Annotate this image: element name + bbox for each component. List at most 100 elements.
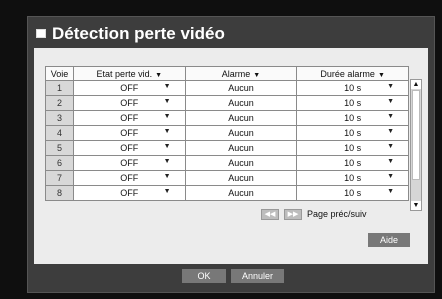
menu-square-icon <box>36 29 46 38</box>
voie-cell: 1 <box>45 80 74 96</box>
alarme-value: Aucun <box>228 188 254 198</box>
dropdown-arrow-icon: ▼ <box>387 173 394 180</box>
chevron-down-icon: ▼ <box>377 71 385 79</box>
duree-select[interactable]: 10 s ▼ <box>296 140 409 156</box>
etat-value: OFF <box>120 143 139 153</box>
voie-cell: 4 <box>45 125 74 141</box>
cancel-button[interactable]: Annuler <box>231 269 284 283</box>
alarme-select[interactable]: Aucun <box>184 95 298 111</box>
title-bar: Détection perte vidéo <box>28 17 434 47</box>
etat-value: OFF <box>120 128 139 138</box>
alarme-select[interactable]: Aucun <box>184 170 298 186</box>
alarme-select[interactable]: Aucun <box>184 140 298 156</box>
chevron-down-icon: ▼ <box>155 71 163 79</box>
dropdown-arrow-icon: ▼ <box>163 173 171 180</box>
alarme-value: Aucun <box>228 173 254 183</box>
voie-cell: 7 <box>45 170 74 186</box>
duree-value: 10 s <box>344 98 362 108</box>
dialog-title: Détection perte vidéo <box>52 24 225 43</box>
dropdown-arrow-icon: ▼ <box>387 188 394 195</box>
etat-value: OFF <box>120 98 139 108</box>
prev-page-button[interactable]: ◀◀ <box>261 209 279 220</box>
header-duree[interactable]: Durée alarme ▼ <box>296 66 409 81</box>
alarme-select[interactable]: Aucun <box>184 155 298 171</box>
etat-select[interactable]: OFF ▼ <box>72 125 186 141</box>
video-loss-detection-dialog: Détection perte vidéo Voie Etat perte vi… <box>27 16 435 293</box>
alarme-select[interactable]: Aucun <box>184 110 298 126</box>
channel-table: Voie Etat perte vid. ▼ Alarme ▼ Durée alar… <box>45 66 409 201</box>
etat-value: OFF <box>120 83 139 93</box>
dropdown-arrow-icon: ▼ <box>163 98 171 105</box>
duree-select[interactable]: 10 s ▼ <box>296 170 409 186</box>
alarme-value: Aucun <box>228 128 254 138</box>
scroll-down-icon[interactable]: ▼ <box>411 201 421 210</box>
etat-select[interactable]: OFF ▼ <box>72 140 186 156</box>
alarme-select[interactable]: Aucun <box>184 80 298 96</box>
ok-button[interactable]: OK <box>182 269 226 283</box>
table-row: 3 OFF ▼ Aucun 10 s ▼ <box>45 110 409 126</box>
etat-value: OFF <box>120 173 139 183</box>
header-voie-label: Voie <box>50 68 69 79</box>
alarme-value: Aucun <box>228 83 254 93</box>
header-alarme-label: Alarme <box>221 68 251 79</box>
duree-select[interactable]: 10 s ▼ <box>296 125 409 141</box>
scroll-up-icon[interactable]: ▲ <box>411 80 421 89</box>
table-header-row: Voie Etat perte vid. ▼ Alarme ▼ Durée alar… <box>45 66 409 81</box>
dropdown-arrow-icon: ▼ <box>387 158 394 165</box>
etat-select[interactable]: OFF ▼ <box>72 170 186 186</box>
header-alarme[interactable]: Alarme ▼ <box>184 66 298 81</box>
alarme-value: Aucun <box>228 98 254 108</box>
dropdown-arrow-icon: ▼ <box>387 98 394 105</box>
dropdown-arrow-icon: ▼ <box>163 128 171 135</box>
dropdown-arrow-icon: ▼ <box>163 83 171 90</box>
dropdown-arrow-icon: ▼ <box>163 143 171 150</box>
duree-value: 10 s <box>344 188 362 198</box>
duree-value: 10 s <box>344 173 362 183</box>
table-row: 1 OFF ▼ Aucun 10 s ▼ <box>45 80 409 96</box>
duree-select[interactable]: 10 s ▼ <box>296 80 409 96</box>
header-voie: Voie <box>45 66 74 81</box>
duree-value: 10 s <box>344 158 362 168</box>
alarme-value: Aucun <box>228 158 254 168</box>
duree-select[interactable]: 10 s ▼ <box>296 185 409 201</box>
etat-select[interactable]: OFF ▼ <box>72 185 186 201</box>
duree-select[interactable]: 10 s ▼ <box>296 155 409 171</box>
dropdown-arrow-icon: ▼ <box>387 113 394 120</box>
voie-cell: 3 <box>45 110 74 126</box>
scroll-thumb[interactable] <box>412 90 420 180</box>
etat-select[interactable]: OFF ▼ <box>72 95 186 111</box>
help-button[interactable]: Aide <box>368 233 410 247</box>
duree-value: 10 s <box>344 83 362 93</box>
header-etat-label: Etat perte vid. <box>96 68 153 79</box>
pager-label: Page préc/suiv <box>307 209 367 219</box>
etat-value: OFF <box>120 113 139 123</box>
dropdown-arrow-icon: ▼ <box>387 128 394 135</box>
table-scrollbar[interactable]: ▲ ▼ <box>410 79 422 211</box>
etat-select[interactable]: OFF ▼ <box>72 80 186 96</box>
etat-select[interactable]: OFF ▼ <box>72 110 186 126</box>
duree-select[interactable]: 10 s ▼ <box>296 95 409 111</box>
table-row: 5 OFF ▼ Aucun 10 s ▼ <box>45 140 409 156</box>
double-right-arrow-icon: ▶▶ <box>287 211 299 218</box>
table-row: 2 OFF ▼ Aucun 10 s ▼ <box>45 95 409 111</box>
etat-value: OFF <box>120 158 139 168</box>
voie-cell: 5 <box>45 140 74 156</box>
duree-value: 10 s <box>344 113 362 123</box>
next-page-button[interactable]: ▶▶ <box>284 209 302 220</box>
etat-select[interactable]: OFF ▼ <box>72 155 186 171</box>
dropdown-arrow-icon: ▼ <box>163 188 171 195</box>
duree-value: 10 s <box>344 143 362 153</box>
voie-cell: 8 <box>45 185 74 201</box>
dropdown-arrow-icon: ▼ <box>387 83 394 90</box>
alarme-select[interactable]: Aucun <box>184 125 298 141</box>
alarme-select[interactable]: Aucun <box>184 185 298 201</box>
duree-value: 10 s <box>344 128 362 138</box>
voie-cell: 2 <box>45 95 74 111</box>
header-etat[interactable]: Etat perte vid. ▼ <box>72 66 186 81</box>
duree-select[interactable]: 10 s ▼ <box>296 110 409 126</box>
double-left-arrow-icon: ◀◀ <box>264 211 276 218</box>
table-row: 7 OFF ▼ Aucun 10 s ▼ <box>45 170 409 186</box>
content-panel: Voie Etat perte vid. ▼ Alarme ▼ Durée alar… <box>34 48 428 264</box>
etat-value: OFF <box>120 188 139 198</box>
header-duree-label: Durée alarme <box>320 68 375 79</box>
